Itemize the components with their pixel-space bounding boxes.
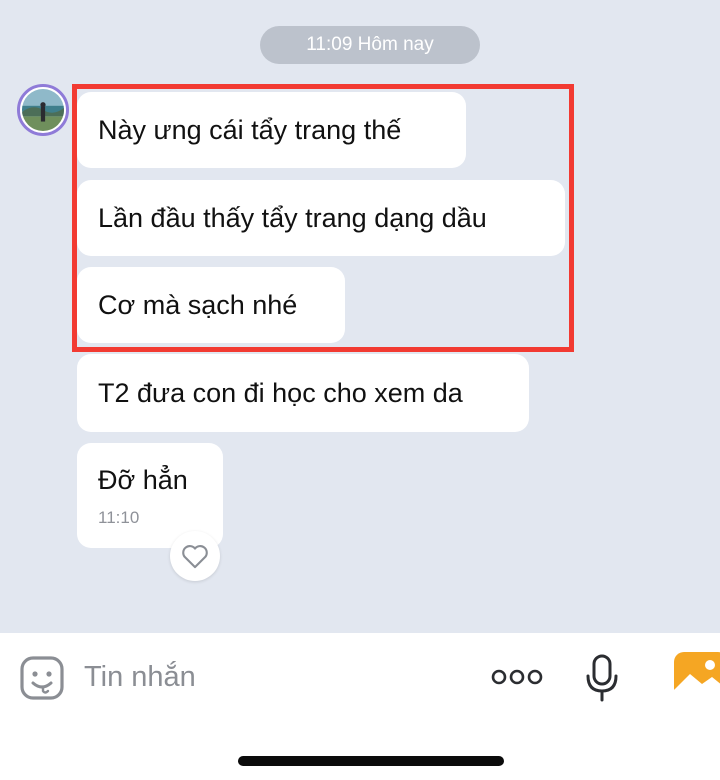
more-button[interactable] bbox=[490, 666, 544, 688]
sticker-icon bbox=[20, 656, 64, 700]
message-bubble[interactable]: T2 đưa con đi học cho xem da bbox=[77, 354, 529, 432]
message-bubble[interactable]: Lần đầu thấy tẩy trang dạng dầu bbox=[77, 180, 565, 256]
message-text: Cơ mà sạch nhé bbox=[98, 289, 298, 320]
avatar-photo bbox=[22, 89, 64, 131]
home-indicator bbox=[238, 756, 504, 766]
message-input[interactable]: Tin nhắn bbox=[84, 656, 464, 698]
microphone-button[interactable] bbox=[584, 654, 620, 702]
message-time: 11:10 bbox=[98, 508, 140, 527]
chat-area: 11:09 Hôm nay Này ưng cái tẩy trang thế … bbox=[0, 0, 720, 633]
message-text: Này ưng cái tẩy trang thế bbox=[98, 114, 402, 145]
message-bubble[interactable]: Cơ mà sạch nhé bbox=[77, 267, 345, 343]
heart-icon bbox=[182, 545, 208, 569]
more-dots-icon bbox=[491, 669, 543, 685]
image-icon bbox=[674, 652, 720, 698]
microphone-icon bbox=[586, 654, 618, 702]
timestamp-pill: 11:09 Hôm nay bbox=[260, 26, 480, 64]
message-text: Đỡ hẳn bbox=[98, 465, 188, 495]
sticker-button[interactable] bbox=[19, 655, 65, 701]
message-bubble[interactable]: Này ưng cái tẩy trang thế bbox=[77, 92, 466, 168]
reaction-button[interactable] bbox=[170, 531, 220, 581]
message-text: T2 đưa con đi học cho xem da bbox=[98, 377, 463, 408]
avatar[interactable] bbox=[17, 84, 69, 136]
message-text: Lần đầu thấy tẩy trang dạng dầu bbox=[98, 202, 487, 233]
image-button[interactable] bbox=[672, 650, 720, 700]
